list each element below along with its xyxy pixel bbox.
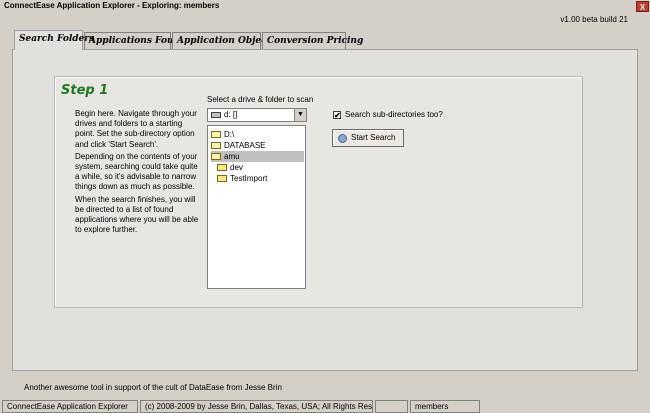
- folder-item[interactable]: dev: [217, 162, 243, 173]
- search-folders-panel: Step 1 Begin here. Navigate through your…: [12, 49, 638, 371]
- folder-label: DATABASE: [224, 141, 266, 150]
- folder-label: TestImport: [230, 174, 268, 183]
- folder-label: amu: [224, 152, 240, 161]
- folder-label: D:\: [224, 130, 235, 139]
- status-database: members: [410, 400, 480, 413]
- drive-select-value: d: []: [224, 110, 238, 119]
- subdirs-label[interactable]: Search sub-directories too?: [345, 110, 443, 119]
- folder-item[interactable]: DATABASE: [211, 140, 266, 151]
- step-panel: Step 1 Begin here. Navigate through your…: [54, 76, 583, 308]
- folder-item[interactable]: D:\: [211, 129, 234, 140]
- tab-conversion-pricing[interactable]: Conversion Pricing: [262, 32, 363, 49]
- folder-open-icon: [211, 131, 221, 138]
- tab-application-objects[interactable]: Application Objects: [172, 32, 276, 49]
- folder-list[interactable]: D:\ DATABASE amu dev TestImport: [207, 125, 306, 289]
- status-app-name: ConnectEase Application Explorer: [2, 400, 138, 413]
- status-blank: [375, 400, 408, 413]
- title-bar: ConnectEase Application Explorer - Explo…: [0, 0, 650, 13]
- help-paragraph: Depending on the contents of your system…: [75, 151, 198, 192]
- help-paragraph: Begin here. Navigate through your drives…: [75, 109, 197, 149]
- folder-icon: [217, 175, 227, 182]
- version-label: v1.00 beta build 21: [560, 15, 628, 24]
- subdirs-checkbox[interactable]: ✔: [333, 111, 341, 120]
- folder-open-icon: [211, 142, 221, 149]
- chevron-down-icon[interactable]: ▼: [294, 109, 306, 121]
- drive-icon: [211, 112, 221, 118]
- folder-open-icon: [211, 153, 221, 160]
- footer-text: Another awesome tool in support of the c…: [24, 383, 282, 392]
- folder-item[interactable]: TestImport: [217, 173, 267, 184]
- folder-icon: [217, 164, 227, 171]
- start-search-label: Start Search: [351, 133, 396, 142]
- window-title: ConnectEase Application Explorer - Explo…: [4, 1, 220, 10]
- status-copyright: (c) 2008-2009 by Jesse Brin, Dallas, Tex…: [140, 400, 373, 413]
- folder-label: dev: [230, 163, 243, 172]
- tab-search-folders[interactable]: Search Folders: [14, 30, 94, 50]
- help-text: Begin here. Navigate through your drives…: [75, 109, 200, 237]
- tab-applications-found[interactable]: Applications Found: [84, 32, 186, 49]
- drive-select-label: Select a drive & folder to scan: [207, 95, 314, 104]
- help-paragraph: When the search finishes, you will be di…: [75, 194, 199, 235]
- close-button[interactable]: X: [636, 1, 649, 12]
- status-bar: ConnectEase Application Explorer (c) 200…: [0, 399, 650, 413]
- folder-item[interactable]: amu: [211, 151, 304, 162]
- start-search-button[interactable]: Start Search: [332, 129, 404, 147]
- search-icon: [338, 134, 347, 143]
- step-title: Step 1: [61, 83, 109, 98]
- drive-select[interactable]: d: [] ▼: [207, 108, 307, 122]
